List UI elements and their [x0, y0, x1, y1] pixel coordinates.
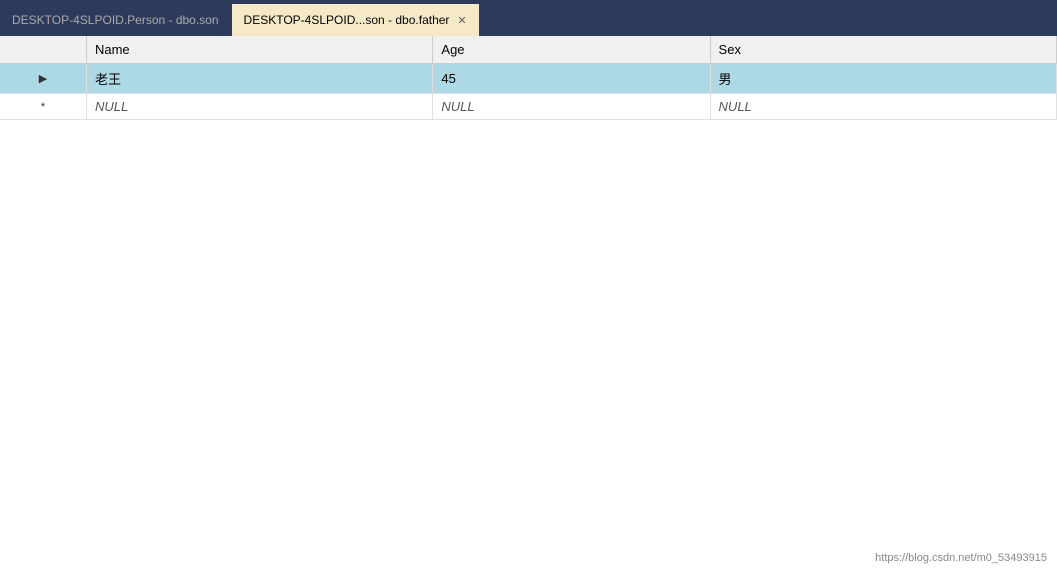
table-row[interactable]: *NULLNULLNULL [0, 94, 1057, 120]
column-header-age: Age [433, 36, 710, 64]
tab-father-close-button[interactable]: ✕ [457, 14, 466, 27]
column-header-sex: Sex [710, 36, 1056, 64]
content-area: NameAgeSex ▶老王45男*NULLNULLNULL [0, 36, 1057, 572]
column-header-name: Name [86, 36, 432, 64]
name-cell-1[interactable]: NULL [86, 94, 432, 120]
tab-bar: DESKTOP-4SLPOID.Person - dbo.son DESKTOP-… [0, 0, 1057, 36]
sex-cell-0[interactable]: 男 [710, 64, 1056, 94]
tab-father[interactable]: DESKTOP-4SLPOID...son - dbo.father ✕ [232, 4, 480, 36]
table-row[interactable]: ▶老王45男 [0, 64, 1057, 94]
name-cell-0[interactable]: 老王 [86, 64, 432, 94]
tab-person-label: DESKTOP-4SLPOID.Person - dbo.son [12, 13, 219, 27]
sex-cell-1[interactable]: NULL [710, 94, 1056, 120]
tab-person[interactable]: DESKTOP-4SLPOID.Person - dbo.son [0, 4, 232, 36]
row-indicator-0: ▶ [0, 64, 86, 94]
watermark: https://blog.csdn.net/m0_53493915 [875, 552, 1047, 564]
column-header-row-indicator [0, 36, 86, 64]
row-indicator-1: * [0, 94, 86, 120]
data-grid: NameAgeSex ▶老王45男*NULLNULLNULL [0, 36, 1057, 120]
grid-container: NameAgeSex ▶老王45男*NULLNULLNULL [0, 36, 1057, 120]
age-cell-1[interactable]: NULL [433, 94, 710, 120]
age-cell-0[interactable]: 45 [433, 64, 710, 94]
tab-father-label: DESKTOP-4SLPOID...son - dbo.father [244, 13, 450, 27]
